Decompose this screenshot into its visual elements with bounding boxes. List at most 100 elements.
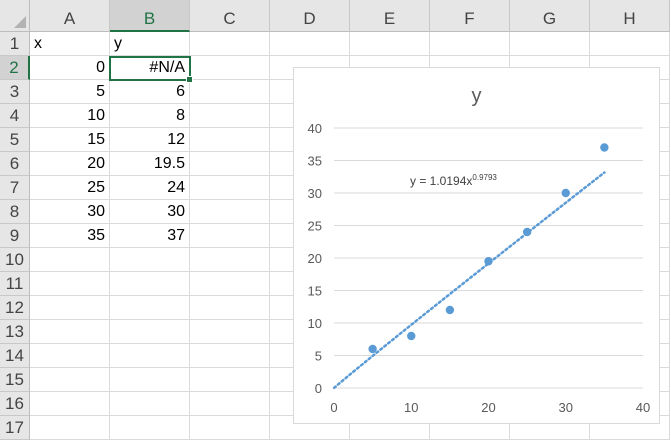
row-header-8[interactable]: 8: [0, 200, 30, 224]
cell-b9[interactable]: 37: [110, 224, 190, 248]
cell-b5[interactable]: 12: [110, 128, 190, 152]
cell-a3[interactable]: 5: [30, 80, 110, 104]
row-header-4[interactable]: 4: [0, 104, 30, 128]
row-header-5[interactable]: 5: [0, 128, 30, 152]
row-header-11[interactable]: 11: [0, 272, 30, 296]
column-header-d[interactable]: D: [270, 0, 350, 32]
column-header-b[interactable]: B: [110, 0, 190, 32]
cell-c10[interactable]: [190, 248, 270, 272]
cell-a15[interactable]: [30, 368, 110, 392]
x-tick-label: 30: [559, 400, 573, 415]
cell-b8[interactable]: 30: [110, 200, 190, 224]
cell-a4[interactable]: 10: [30, 104, 110, 128]
row-header-2[interactable]: 2: [0, 56, 30, 80]
cell-c9[interactable]: [190, 224, 270, 248]
cell-b2[interactable]: #N/A: [110, 56, 190, 80]
cell-a7[interactable]: 25: [30, 176, 110, 200]
cell-b15[interactable]: [110, 368, 190, 392]
cell-g1[interactable]: [510, 32, 590, 56]
cell-c4[interactable]: [190, 104, 270, 128]
cell-a17[interactable]: [30, 416, 110, 440]
cell-a13[interactable]: [30, 320, 110, 344]
cell-a12[interactable]: [30, 296, 110, 320]
y-tick-label: 40: [308, 121, 322, 136]
cell-c6[interactable]: [190, 152, 270, 176]
row-header-7[interactable]: 7: [0, 176, 30, 200]
cell-b11[interactable]: [110, 272, 190, 296]
select-all-triangle-icon: [14, 16, 26, 28]
y-tick-label: 15: [308, 284, 322, 299]
trendline-equation-exponent: 0.9793: [472, 173, 497, 182]
column-header-f[interactable]: F: [430, 0, 510, 32]
cell-a11[interactable]: [30, 272, 110, 296]
cell-a10[interactable]: [30, 248, 110, 272]
cell-c11[interactable]: [190, 272, 270, 296]
row-header-12[interactable]: 12: [0, 296, 30, 320]
cell-b1[interactable]: y: [110, 32, 190, 56]
trendline-equation-base: y = 1.0194x: [410, 174, 473, 188]
cell-h1[interactable]: [590, 32, 670, 56]
cell-b12[interactable]: [110, 296, 190, 320]
cell-c3[interactable]: [190, 80, 270, 104]
cell-b3[interactable]: 6: [110, 80, 190, 104]
row-header-10[interactable]: 10: [0, 248, 30, 272]
fill-handle[interactable]: [186, 76, 193, 83]
cell-c13[interactable]: [190, 320, 270, 344]
cell-c7[interactable]: [190, 176, 270, 200]
cell-d1[interactable]: [270, 32, 350, 56]
data-point: [484, 257, 493, 266]
column-header-a[interactable]: A: [30, 0, 110, 32]
row-header-14[interactable]: 14: [0, 344, 30, 368]
cell-a8[interactable]: 30: [30, 200, 110, 224]
trendline-equation: y = 1.0194x0.9793: [410, 173, 497, 188]
cell-b13[interactable]: [110, 320, 190, 344]
y-tick-label: 10: [308, 316, 322, 331]
select-all-corner[interactable]: [0, 0, 30, 32]
cell-c16[interactable]: [190, 392, 270, 416]
row-header-17[interactable]: 17: [0, 416, 30, 440]
row-header-3[interactable]: 3: [0, 80, 30, 104]
column-header-h[interactable]: H: [590, 0, 670, 32]
column-header-c[interactable]: C: [190, 0, 270, 32]
cell-b17[interactable]: [110, 416, 190, 440]
y-tick-label: 5: [315, 349, 322, 364]
row-header-16[interactable]: 16: [0, 392, 30, 416]
column-header-g[interactable]: G: [510, 0, 590, 32]
cell-f1[interactable]: [430, 32, 510, 56]
column-header-e[interactable]: E: [350, 0, 430, 32]
row-header-1[interactable]: 1: [0, 32, 30, 56]
cell-c5[interactable]: [190, 128, 270, 152]
x-tick-label: 20: [481, 400, 495, 415]
scatter-chart[interactable]: 0 5 10 15 20 25 30 35 40 0 10 20 30 40 y y = 1.0194x0…: [293, 67, 660, 424]
cell-a14[interactable]: [30, 344, 110, 368]
cell-c1[interactable]: [190, 32, 270, 56]
y-tick-label: 25: [308, 219, 322, 234]
row-header-9[interactable]: 9: [0, 224, 30, 248]
x-tick-label: 40: [636, 400, 650, 415]
cell-a5[interactable]: 15: [30, 128, 110, 152]
chart-title: y: [471, 85, 482, 107]
cell-a16[interactable]: [30, 392, 110, 416]
cell-c2[interactable]: [190, 56, 270, 80]
cell-e1[interactable]: [350, 32, 430, 56]
cell-a6[interactable]: 20: [30, 152, 110, 176]
cell-b4[interactable]: 8: [110, 104, 190, 128]
cell-c14[interactable]: [190, 344, 270, 368]
y-tick-label: 30: [308, 186, 322, 201]
y-tick-label: 35: [308, 154, 322, 169]
cell-a2[interactable]: 0: [30, 56, 110, 80]
cell-a9[interactable]: 35: [30, 224, 110, 248]
cell-c15[interactable]: [190, 368, 270, 392]
cell-b7[interactable]: 24: [110, 176, 190, 200]
cell-b16[interactable]: [110, 392, 190, 416]
row-header-6[interactable]: 6: [0, 152, 30, 176]
cell-b14[interactable]: [110, 344, 190, 368]
row-header-15[interactable]: 15: [0, 368, 30, 392]
cell-c17[interactable]: [190, 416, 270, 440]
cell-b6[interactable]: 19.5: [110, 152, 190, 176]
cell-a1[interactable]: x: [30, 32, 110, 56]
cell-b10[interactable]: [110, 248, 190, 272]
cell-c8[interactable]: [190, 200, 270, 224]
cell-c12[interactable]: [190, 296, 270, 320]
row-header-13[interactable]: 13: [0, 320, 30, 344]
